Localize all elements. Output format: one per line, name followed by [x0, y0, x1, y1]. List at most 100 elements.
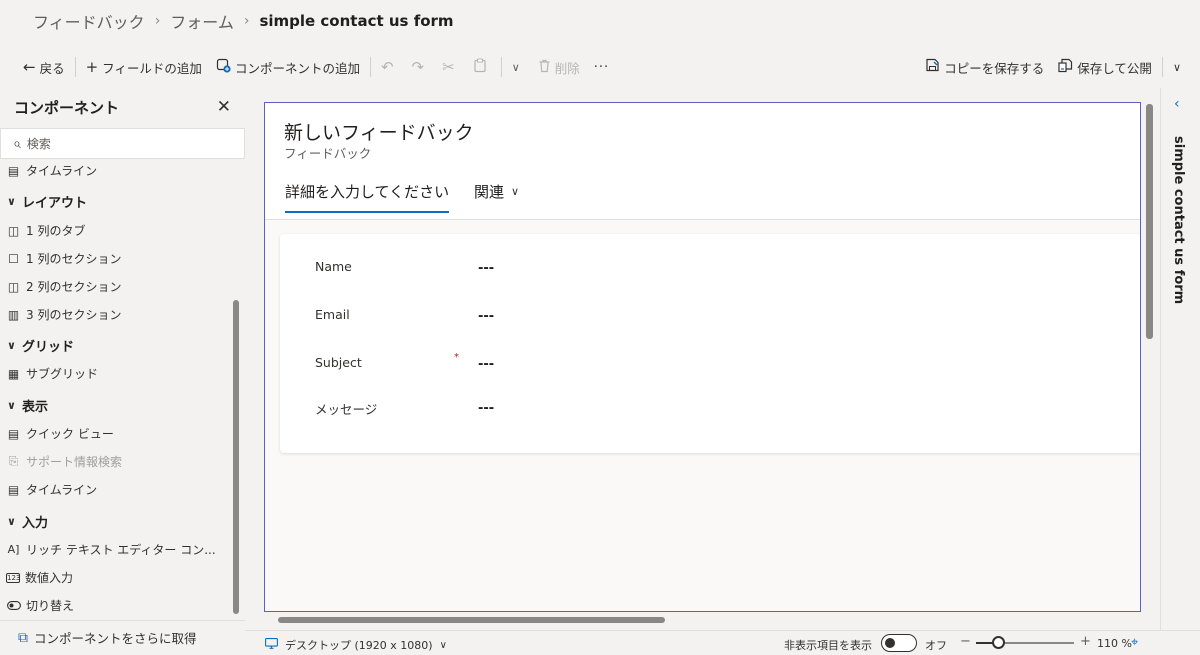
canvas-horizontal-scrollbar[interactable]: [278, 617, 665, 623]
paste-options-dropdown[interactable]: ∨: [505, 53, 531, 81]
show-hidden-toggle[interactable]: [881, 634, 917, 652]
trash-icon: [538, 59, 551, 76]
device-label: デスクトップ (1920 x 1080): [285, 639, 433, 652]
save-options-dropdown[interactable]: ∨: [1166, 53, 1192, 81]
field-label: Email: [315, 307, 350, 322]
form-header[interactable]: 新しいフィードバック フィードバック 詳細を入力してください 関連 ∨: [265, 103, 1140, 220]
zoom-in-button[interactable]: +: [1080, 634, 1091, 649]
zoom-level: 110 %: [1097, 637, 1132, 650]
redo-button[interactable]: ↷: [405, 53, 436, 81]
zoom-slider[interactable]: [976, 636, 1074, 649]
component-label: 3 列のセクション: [26, 308, 122, 322]
required-asterisk: *: [454, 352, 459, 363]
delete-button[interactable]: 削除: [531, 53, 587, 81]
scissors-icon: ✂: [442, 57, 455, 76]
chevron-down-icon: ∨: [7, 399, 16, 412]
zoom-out-button[interactable]: −: [960, 634, 971, 649]
components-search[interactable]: ⌕: [0, 128, 245, 159]
group-input[interactable]: ∨ 入力: [7, 512, 48, 531]
chevron-down-icon: ∨: [7, 339, 16, 352]
back-button[interactable]: ← 戻る: [16, 53, 72, 81]
tab-label: 関連: [474, 183, 505, 201]
toggle-knob: [885, 637, 895, 648]
field-email[interactable]: Email ---: [315, 307, 1115, 331]
fit-to-screen-icon[interactable]: ⌖: [1131, 635, 1138, 650]
component-label: サブグリッド: [26, 367, 99, 381]
number-input-icon: 123: [6, 572, 21, 583]
component-toggle[interactable]: 切り替え: [6, 597, 74, 614]
quick-view-icon: ▤: [7, 426, 20, 441]
monitor-icon: [265, 638, 278, 652]
group-layout[interactable]: ∨ レイアウト: [7, 192, 87, 211]
field-message[interactable]: メッセージ ---: [315, 399, 1115, 423]
component-label: 1 列のタブ: [26, 224, 86, 238]
field-name[interactable]: Name ---: [315, 259, 1115, 283]
plus-icon: +: [85, 57, 99, 76]
search-input[interactable]: [26, 136, 207, 151]
group-label: グリッド: [21, 340, 74, 355]
section-1-col-icon: ☐: [8, 251, 19, 266]
component-quick-view[interactable]: ▤ クイック ビュー: [6, 425, 114, 442]
chevron-down-icon: ∨: [439, 639, 447, 651]
breadcrumb: フィードバック › フォーム › simple contact us form: [0, 0, 1200, 42]
get-more-components-button[interactable]: ⧉ コンポーネントをさらに取得: [0, 620, 245, 654]
canvas-vertical-scrollbar[interactable]: [1146, 104, 1153, 339]
components-scrollbar[interactable]: [233, 300, 239, 614]
divider: [500, 57, 502, 77]
component-subgrid[interactable]: ▦ サブグリッド: [6, 365, 98, 382]
get-more-components-icon: ⧉: [18, 629, 28, 646]
command-bar: ← 戻る + フィールドの追加 コンポーネントの追加 ↶ ↷ ✂ ∨ 削除 ··…: [16, 52, 1192, 82]
cut-button[interactable]: ✂: [435, 53, 466, 81]
show-hidden-label: 非表示項目を表示: [784, 639, 872, 652]
group-display[interactable]: ∨ 表示: [7, 396, 48, 415]
component-1-col-tab[interactable]: ◫ 1 列のタブ: [6, 222, 86, 239]
zoom-slider-thumb[interactable]: [991, 636, 1005, 649]
back-label: 戻る: [39, 60, 65, 76]
component-label: クイック ビュー: [26, 427, 114, 441]
rich-text-icon: A]: [7, 543, 20, 556]
component-knowledge-search[interactable]: ⎘ サポート情報検索: [6, 453, 122, 470]
chevron-right-icon: ›: [154, 13, 161, 29]
paste-button[interactable]: [466, 53, 498, 81]
undo-icon: ↶: [380, 57, 394, 76]
group-label: レイアウト: [21, 196, 87, 211]
field-label: メッセージ: [315, 402, 378, 417]
chevron-right-icon: ›: [243, 13, 250, 29]
divider: [74, 57, 76, 77]
group-grid[interactable]: ∨ グリッド: [7, 336, 74, 355]
components-header: コンポーネント ✕: [0, 88, 245, 126]
more-commands-button[interactable]: ···: [587, 53, 616, 81]
save-publish-button[interactable]: 保存して公開: [1051, 53, 1159, 81]
form-entity-name: フィードバック: [284, 146, 372, 161]
component-2-col-section[interactable]: ◫ 2 列のセクション: [6, 278, 122, 295]
component-3-col-section[interactable]: ▥ 3 列のセクション: [6, 306, 122, 323]
save-publish-icon: [1058, 58, 1073, 76]
add-field-button[interactable]: + フィールドの追加: [79, 53, 209, 81]
tab-enter-details[interactable]: 詳細を入力してください: [285, 181, 450, 213]
chevron-left-icon[interactable]: ‹: [1174, 96, 1180, 112]
undo-button[interactable]: ↶: [374, 53, 405, 81]
form-section[interactable]: Name --- Email --- Subject * --- メッセージ -…: [280, 234, 1140, 453]
search-icon: ⌕: [13, 135, 21, 152]
breadcrumb-item-forms[interactable]: フォーム: [170, 9, 234, 33]
component-1-col-section[interactable]: ☐ 1 列のセクション: [6, 250, 121, 267]
breadcrumb-item-feedback[interactable]: フィードバック: [33, 9, 145, 33]
component-timeline[interactable]: ▤ タイムライン: [6, 481, 97, 498]
save-copy-button[interactable]: コピーを保存する: [918, 53, 1051, 81]
divider: [369, 57, 371, 77]
tab-label: 詳細を入力してください: [285, 183, 450, 201]
properties-pane-label[interactable]: simple contact us form: [1171, 136, 1186, 304]
component-timeline-top[interactable]: ▤ タイムライン: [6, 162, 97, 179]
add-component-button[interactable]: コンポーネントの追加: [209, 53, 367, 81]
close-icon[interactable]: ✕: [217, 97, 231, 117]
component-rich-text-editor[interactable]: A] リッチ テキスト エディター コン...: [6, 541, 216, 558]
divider: [1161, 57, 1163, 77]
chevron-down-icon: ∨: [1172, 60, 1181, 74]
tab-icon: ◫: [7, 223, 20, 238]
toggle-state-label: オフ: [925, 639, 947, 652]
device-selector[interactable]: デスクトップ (1920 x 1080) ∨: [265, 637, 447, 653]
field-subject[interactable]: Subject * ---: [315, 352, 1115, 379]
tab-related[interactable]: 関連 ∨: [474, 181, 519, 202]
document-search-icon: ⎘: [8, 454, 19, 468]
component-number-input[interactable]: 123 数値入力: [6, 569, 73, 586]
